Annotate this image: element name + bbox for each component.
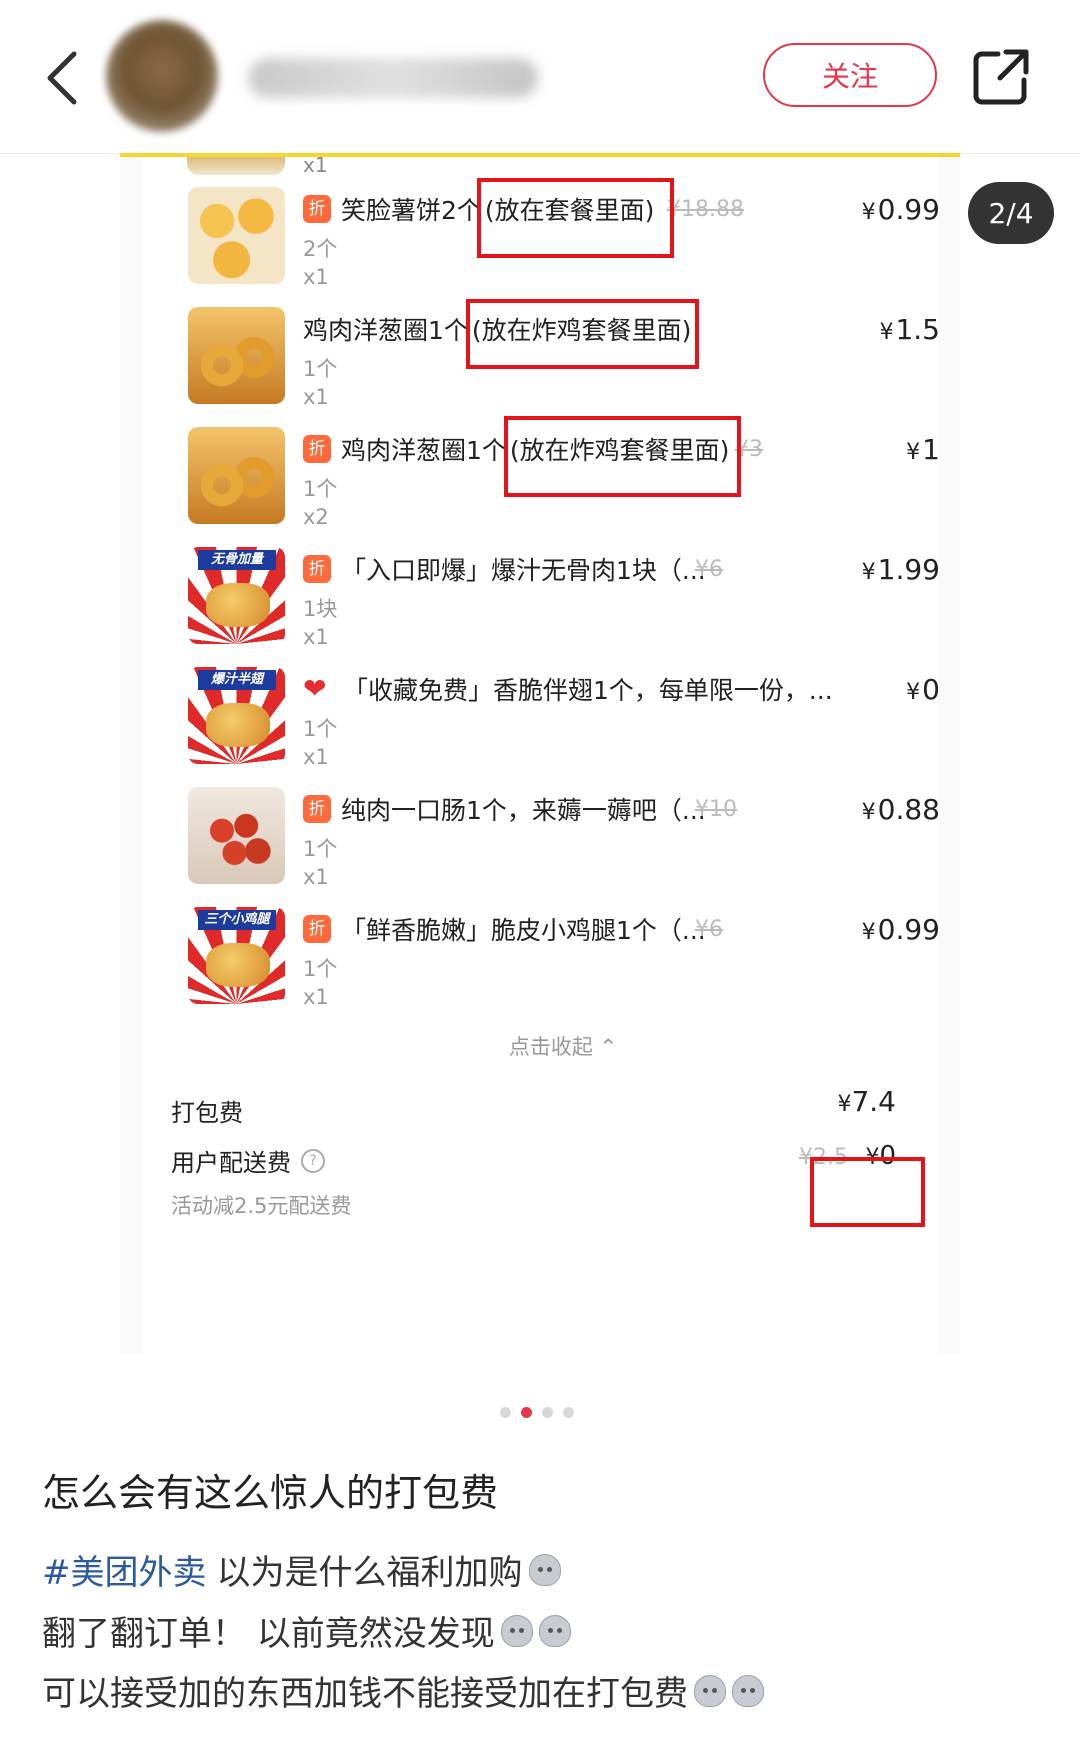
thumbnail-food	[206, 583, 270, 627]
post-body-line: 翻了翻订单！ 以前竟然没发现	[42, 1606, 571, 1655]
discount-badge-icon: 折	[303, 555, 331, 583]
item-qty: x1	[303, 385, 329, 409]
order-item: 无骨加量 折 「入口即爆」爆汁无骨肉1块（... 1块 x1 ¥6 ¥1.99	[143, 527, 983, 649]
author-avatar[interactable]	[106, 20, 218, 132]
carousel-dots[interactable]	[500, 1407, 574, 1418]
packing-fee-value: ¥7.4	[837, 1085, 896, 1118]
back-arrow-icon[interactable]	[36, 42, 96, 112]
item-original-price: ¥6	[695, 557, 723, 582]
carousel-dot[interactable]	[542, 1407, 553, 1418]
top-bar: 关注	[0, 0, 1080, 154]
post-text: 可以接受加的东西加钱不能接受加在打包费	[42, 1674, 688, 1714]
item-price: ¥0.99	[861, 193, 940, 226]
item-name-row: 折 「入口即爆」爆汁无骨肉1块（...	[303, 549, 706, 589]
item-thumbnail: 三个小鸡腿	[188, 907, 285, 1004]
thumbnail-tag: 无骨加量	[198, 550, 276, 570]
thumbnail-food	[206, 703, 270, 747]
delivery-fee-label: 用户配送费?	[171, 1143, 325, 1178]
discount-badge-icon: 折	[303, 915, 331, 943]
discount-badge-icon: 折	[303, 435, 331, 463]
item-name-row: ❤ 「收藏免费」香脆伴翅1个，每单限一份，...	[303, 669, 833, 709]
item-thumbnail: 爆汁半翅	[188, 667, 285, 764]
share-icon[interactable]	[970, 46, 1032, 108]
item-price: ¥0.99	[861, 913, 940, 946]
item-name-row: 折 「鲜香脆嫩」脆皮小鸡腿1个（...	[303, 909, 706, 949]
carousel-dot[interactable]	[563, 1407, 574, 1418]
order-item: 爆汁半翅 ❤ 「收藏免费」香脆伴翅1个，每单限一份，... 1个 x1 ¥0	[143, 647, 983, 769]
hashtag-link[interactable]: #美团外卖	[42, 1545, 207, 1594]
post-title: 怎么会有这么惊人的打包费	[42, 1471, 499, 1515]
carousel-dot-active[interactable]	[521, 1407, 532, 1418]
order-item: 折 纯肉一口肠1个，来薅一薅吧（... 1个 x1 ¥10 ¥0.88	[143, 767, 983, 889]
thumbnail-tag: 爆汁半翅	[198, 670, 276, 690]
card-top-divider	[120, 153, 960, 157]
item-qty: x1	[303, 265, 329, 289]
item-name: 鸡肉洋葱圈1个	[303, 316, 469, 345]
item-name: 「入口即爆」爆汁无骨肉1块（...	[341, 556, 706, 585]
sticker-emoji-icon	[694, 1674, 726, 1707]
item-thumbnail	[188, 427, 285, 524]
item-name: 纯肉一口肠1个，来薅一薅吧（...	[341, 796, 706, 825]
image-page-counter: 2/4	[968, 182, 1054, 244]
item-qty: x1	[303, 985, 329, 1009]
item-thumbnail	[188, 307, 285, 404]
item-name: 笑脸薯饼2个	[341, 196, 482, 225]
carousel-dot[interactable]	[500, 1407, 511, 1418]
highlight-box	[466, 299, 699, 369]
item-original-price: ¥10	[695, 797, 737, 822]
order-item: 三个小鸡腿 折 「鲜香脆嫩」脆皮小鸡腿1个（... 1个 x1 ¥6 ¥0.99	[143, 887, 983, 1009]
item-spec: 1个	[303, 357, 338, 381]
item-qty: x2	[303, 505, 329, 529]
sticker-emoji-icon	[732, 1674, 764, 1707]
delivery-fee-note: 活动减2.5元配送费	[171, 1194, 352, 1218]
item-spec: 1个	[303, 717, 338, 741]
discount-badge-icon: 折	[303, 195, 331, 223]
item-name: 「收藏免费」香脆伴翅1个，每单限一份，...	[343, 676, 833, 705]
post-body-line: #美团外卖 以为是什么福利加购	[42, 1545, 561, 1594]
thumbnail-tag: 三个小鸡腿	[198, 910, 276, 930]
item-spec: 1个	[303, 477, 338, 501]
item-name: 鸡肉洋葱圈1个	[341, 436, 507, 465]
sticker-emoji-icon	[528, 1553, 561, 1586]
post-text: 翻了翻订单！ 以前竟然没发现	[42, 1614, 495, 1654]
item-price: ¥1.99	[861, 553, 940, 586]
sticker-emoji-icon	[500, 1614, 533, 1647]
item-spec: 1块	[303, 597, 338, 621]
item-original-price: ¥6	[695, 917, 723, 942]
item-price: ¥1.5	[879, 313, 940, 346]
discount-badge-icon: 折	[303, 795, 331, 823]
item-spec: 1个	[303, 837, 338, 861]
item-original-price: ¥18.88	[667, 197, 744, 222]
highlight-box	[810, 1157, 925, 1227]
item-thumbnail	[188, 187, 285, 284]
item-spec: 1个	[303, 957, 338, 981]
author-name-blurred[interactable]	[248, 58, 538, 98]
item-qty: x1	[303, 865, 329, 889]
highlight-box	[504, 416, 741, 497]
post-text: 以为是什么福利加购	[216, 1553, 523, 1593]
order-screenshot[interactable]: x1 折 笑脸薯饼2个 (放在套餐里面) 2个 x1 ¥18.88 ¥0.99 …	[120, 153, 960, 1353]
item-price: ¥0	[906, 673, 940, 706]
item-qty: x1	[303, 745, 329, 769]
sticker-emoji-icon	[538, 1614, 571, 1647]
item-price: ¥0.88	[861, 793, 940, 826]
follow-button[interactable]: 关注	[763, 43, 937, 107]
heart-icon: ❤	[303, 672, 327, 705]
item-name-row: 折 纯肉一口肠1个，来薅一薅吧（...	[303, 789, 706, 829]
item-name: 「鲜香脆嫩」脆皮小鸡腿1个（...	[341, 916, 706, 945]
help-icon[interactable]: ?	[301, 1148, 325, 1173]
item-spec: 2个	[303, 237, 338, 261]
item-thumbnail: 无骨加量	[188, 547, 285, 644]
packing-fee-label: 打包费	[171, 1099, 243, 1127]
item-thumbnail	[188, 787, 285, 884]
post-body-line: 可以接受加的东西加钱不能接受加在打包费	[42, 1666, 764, 1715]
thumbnail-food	[206, 943, 270, 987]
collapse-link[interactable]: 点击收起 ⌃	[143, 1031, 983, 1061]
highlight-box	[477, 178, 674, 258]
item-price: ¥1	[906, 433, 940, 466]
item-qty: x1	[303, 625, 329, 649]
